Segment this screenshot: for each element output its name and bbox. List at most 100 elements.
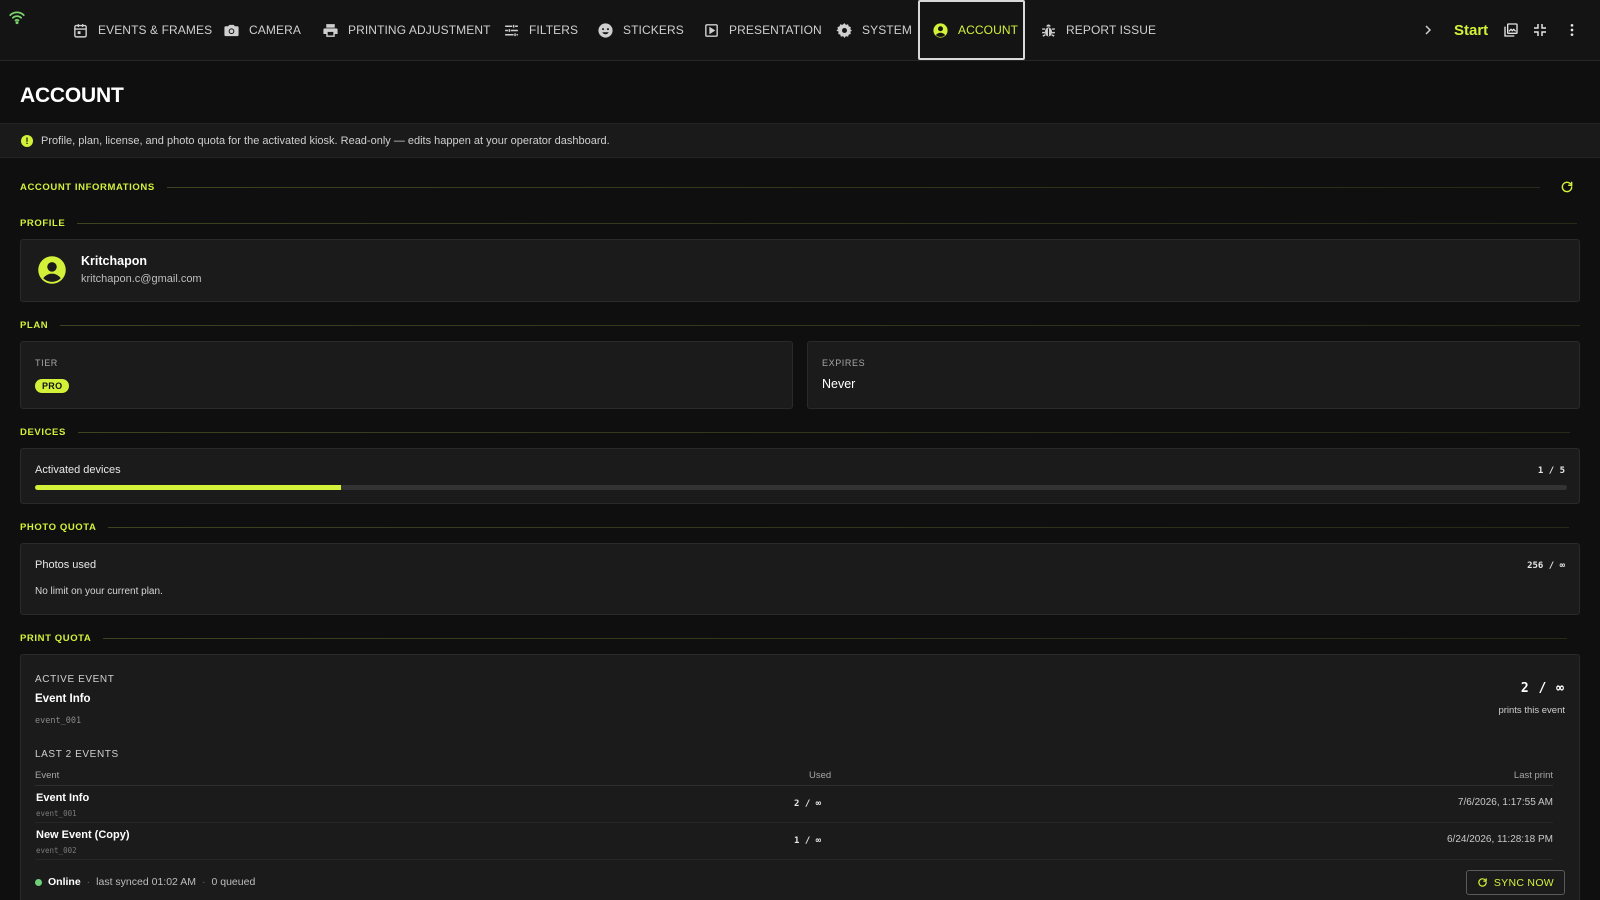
tab-label: SYSTEM [862,23,912,37]
devices-card: Activated devices 1 / 5 [20,448,1580,504]
section-devices: DEVICES [20,425,1570,439]
tab-presentation[interactable]: PRESENTATION [703,0,822,60]
refresh-icon[interactable] [1560,180,1574,194]
refresh-icon [1478,878,1487,887]
exit-fullscreen-icon[interactable] [1530,0,1550,60]
tier-badge: PRO [35,379,70,393]
section-title: ACCOUNT INFORMATIONS [20,181,155,193]
tab-label: REPORT ISSUE [1066,23,1157,37]
tab-label: FILTERS [529,23,579,37]
sliders-icon [505,24,518,36]
active-event-name: Event Info [35,693,91,705]
section-account-informations: ACCOUNT INFORMATIONS [20,180,1540,194]
online-status: Online [48,876,81,888]
section-photo-quota: PHOTO QUOTA [20,520,1570,534]
expires-value: Never [822,377,856,391]
tab-label: ACCOUNT [958,23,1019,37]
tab-system[interactable]: SYSTEM [836,0,912,60]
info-text: Profile, plan, license, and photo quota … [41,134,610,147]
event-name: New Event (Copy) [36,829,130,841]
sync-status: Online · last synced 01:02 AM · 0 queued [35,876,255,888]
camera-icon [224,24,239,36]
section-profile: PROFILE [20,216,1578,230]
gallery-icon[interactable] [1501,0,1521,60]
active-event-print-ratio: 2 / ∞ [1520,681,1565,696]
queued-count: 0 queued [211,876,256,888]
printer-icon [323,23,338,37]
event-used: 1 / ∞ [794,836,822,846]
section-plan: PLAN [20,318,1581,332]
event-id: event_001 [36,809,77,818]
column-last-print: Last print [1513,770,1553,781]
tab-label: PRESENTATION [729,23,822,37]
page-title: ACCOUNT [20,84,124,107]
photo-quota-note: No limit on your current plan. [35,586,163,597]
separator: · [201,876,206,888]
info-icon: ! [21,134,33,147]
photo-quota-card: Photos used 256 / ∞ No limit on your cur… [20,543,1580,615]
last-events-label: LAST 2 EVENTS [35,749,119,760]
gear-icon [836,22,852,38]
section-divider [103,637,1568,639]
tab-stickers[interactable]: STICKERS [597,0,684,60]
event-id: event_002 [36,846,77,855]
active-event-id: event_001 [35,716,82,726]
wifi-icon [9,11,25,25]
sync-now-button[interactable]: SYNC NOW [1465,870,1565,895]
table-row: New Event (Copy) event_002 1 / ∞ 6/24/20… [35,823,1553,860]
event-name: Event Info [36,792,90,804]
tier-label: TIER [35,358,58,368]
events-table-header: Event Used Last print [35,770,1553,786]
tab-label: PRINTING ADJUSTMENT [348,23,491,37]
devices-progress-bar [35,485,1567,490]
event-last-print: 7/6/2026, 1:17:55 AM [1457,797,1553,808]
top-navigation: EVENTS & FRAMES CAMERA PRINTING ADJUSTME… [0,0,1600,61]
more-vertical-icon[interactable] [1562,0,1582,60]
avatar [38,256,66,284]
profile-card: Kritchapon kritchapon.c@gmail.com [20,239,1580,302]
tab-report-issue[interactable]: REPORT ISSUE [1040,0,1156,60]
column-used: Used [809,770,832,781]
separator: · [86,876,91,888]
section-divider [166,186,1540,188]
tab-camera[interactable]: CAMERA [223,0,301,60]
photos-used-label: Photos used [35,559,97,571]
event-last-print: 6/24/2026, 11:28:18 PM [1446,834,1553,845]
section-divider [60,324,1581,326]
smiley-icon [598,22,613,38]
section-title: DEVICES [20,426,66,438]
info-banner: ! Profile, plan, license, and photo quot… [0,123,1600,158]
tab-filters[interactable]: FILTERS [503,0,578,60]
tab-account[interactable]: ACCOUNT [918,0,1025,60]
section-divider [77,431,1570,433]
online-indicator [35,878,42,886]
account-icon [933,22,948,38]
column-event: Event [35,770,60,781]
devices-ratio: 1 / 5 [1537,466,1565,476]
calendar-icon [74,23,87,38]
devices-progress-fill [35,485,342,490]
sync-now-label: SYNC NOW [1493,876,1554,889]
expires-label: EXPIRES [822,358,866,368]
active-event-label: ACTIVE EVENT [35,674,115,685]
section-title: PHOTO QUOTA [20,521,97,533]
plan-tier-card: TIER PRO [20,341,793,409]
table-row: Event Info event_001 2 / ∞ 7/6/2026, 1:1… [35,786,1553,823]
prints-caption: prints this event [1498,705,1565,716]
tab-events-frames[interactable]: EVENTS & FRAMES [72,0,212,60]
profile-email: kritchapon.c@gmail.com [81,273,202,285]
section-title: PROFILE [20,217,66,229]
section-divider [108,526,1570,528]
bug-icon [1042,23,1055,37]
section-title: PRINT QUOTA [20,632,92,644]
section-title: PLAN [20,319,49,331]
tab-label: CAMERA [249,23,301,37]
start-button[interactable]: Start [1454,0,1488,60]
last-synced: last synced 01:02 AM [96,876,196,888]
photos-used-ratio: 256 / ∞ [1527,561,1565,571]
section-divider [77,222,1578,224]
tab-label: EVENTS & FRAMES [98,23,213,37]
tab-label: STICKERS [623,23,684,37]
tab-printing-adjustment[interactable]: PRINTING ADJUSTMENT [322,0,491,60]
chevron-right-icon[interactable] [1418,0,1438,60]
